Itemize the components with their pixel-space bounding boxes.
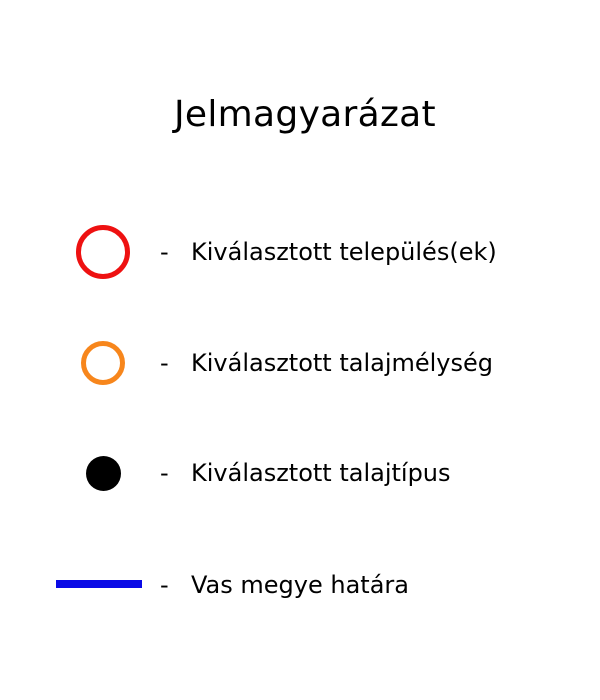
red-circle-icon: [76, 225, 130, 279]
legend-separator: -: [160, 571, 169, 599]
legend-separator: -: [160, 349, 169, 377]
blue-line-icon: [56, 580, 142, 588]
legend-item-selected-soil-type: - Kiválasztott talajtípus: [0, 443, 600, 503]
legend-separator: -: [160, 238, 169, 266]
legend-item-selected-settlements: - Kiválasztott település(ek): [0, 222, 600, 282]
orange-circle-icon: [81, 341, 125, 385]
legend-item-county-border: - Vas megye határa: [0, 555, 600, 615]
legend-item-selected-soil-depth: - Kiválasztott talajmélység: [0, 333, 600, 393]
legend-label: Vas megye határa: [191, 571, 409, 599]
legend-label: Kiválasztott talajtípus: [191, 459, 451, 487]
black-dot-icon: [86, 456, 121, 491]
legend-label: Kiválasztott település(ek): [191, 238, 497, 266]
legend-separator: -: [160, 459, 169, 487]
legend-label: Kiválasztott talajmélység: [191, 349, 494, 377]
legend-title: Jelmagyarázat: [174, 94, 436, 135]
